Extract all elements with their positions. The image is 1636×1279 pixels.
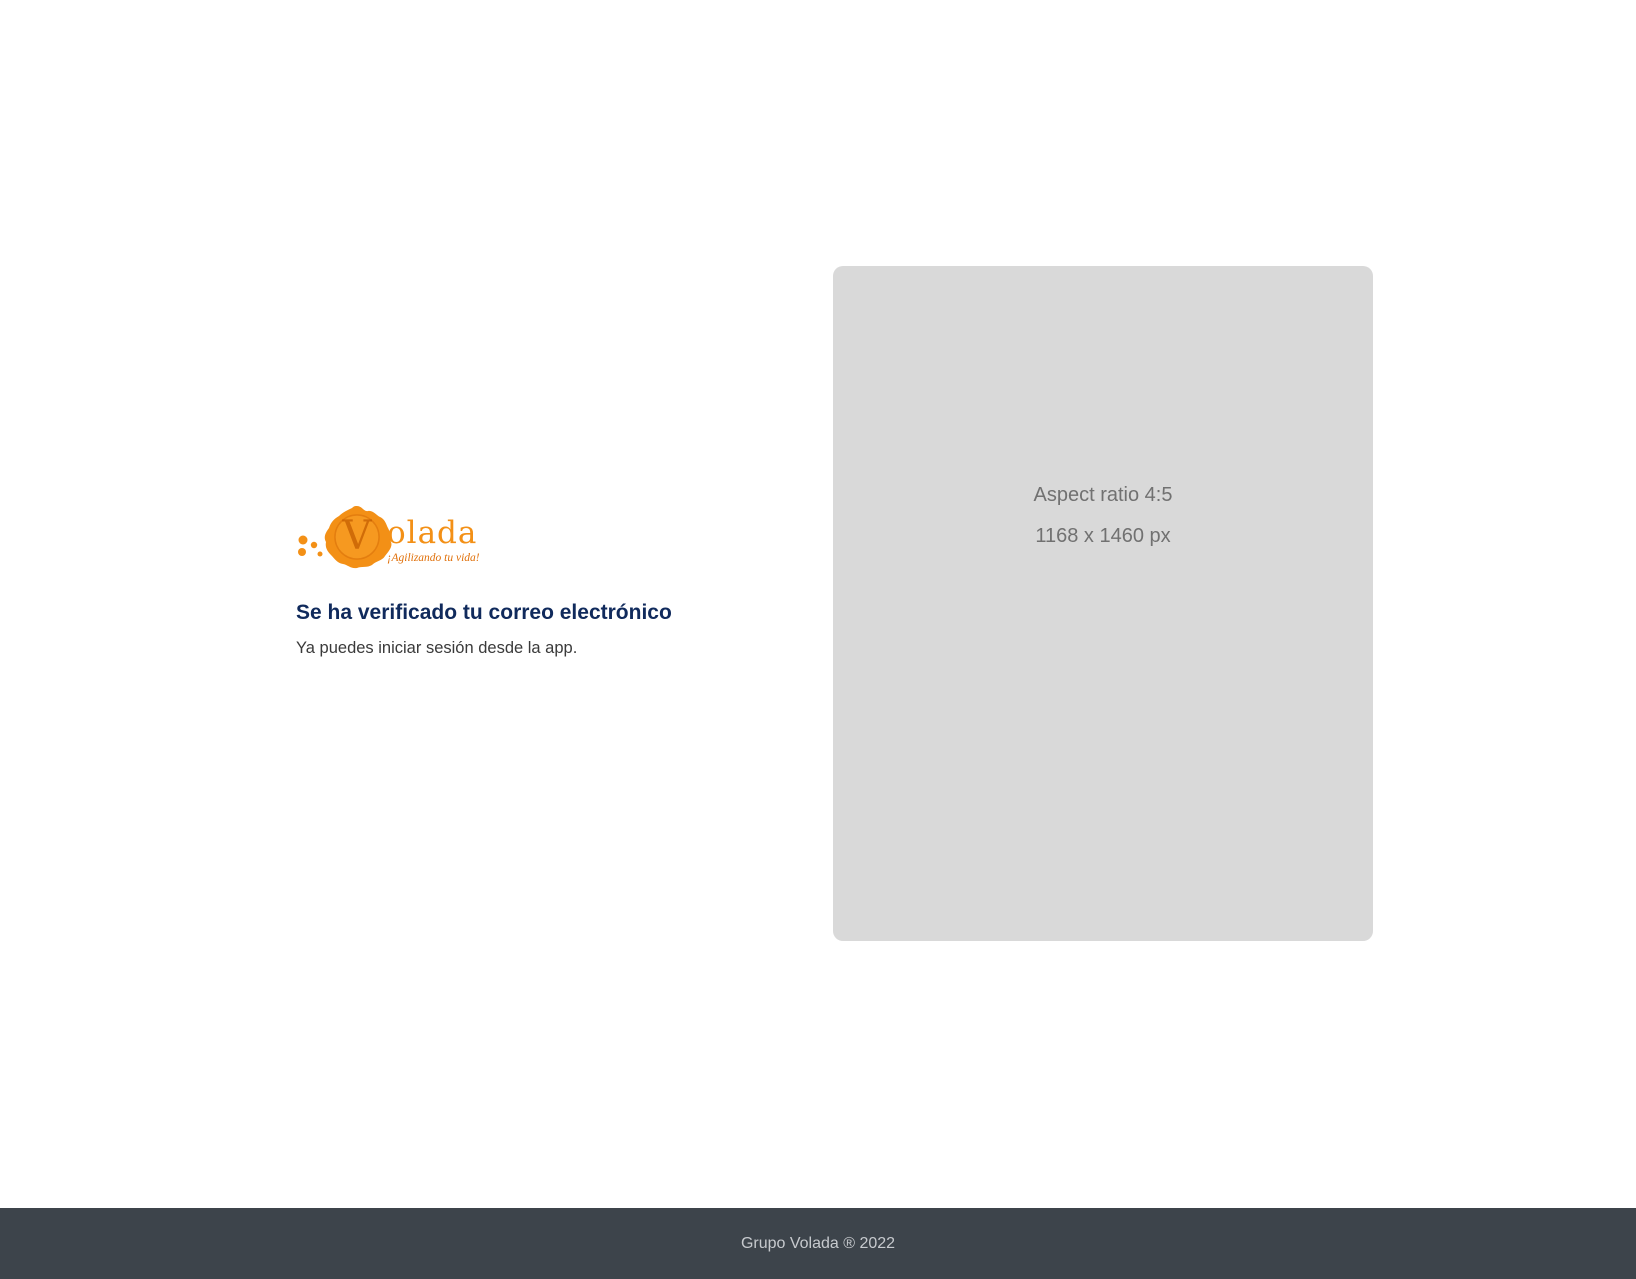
page-subtitle: Ya puedes iniciar sesión desde la app. bbox=[296, 639, 578, 658]
logo-tagline: ¡Agilizando tu vida! bbox=[387, 552, 480, 564]
placeholder-aspect-ratio: Aspect ratio 4:5 bbox=[1033, 483, 1173, 506]
volada-logo: V olada ¡Agilizando tu vida! bbox=[296, 500, 506, 572]
verification-panel: V olada ¡Agilizando tu vida! Se ha verif… bbox=[296, 500, 776, 659]
placeholder-dimensions: 1168 x 1460 px bbox=[1035, 524, 1171, 547]
footer-copyright: Grupo Volada ® 2022 bbox=[740, 1234, 896, 1252]
logo-wordmark: olada bbox=[387, 515, 478, 551]
page-title: Se ha verificado tu correo electrónico bbox=[296, 601, 672, 624]
logo-letter: V bbox=[342, 513, 372, 559]
footer: Grupo Volada ® 2022 bbox=[0, 1208, 1636, 1279]
page: V olada ¡Agilizando tu vida! Se ha verif… bbox=[0, 0, 1636, 1279]
image-placeholder: Aspect ratio 4:5 1168 x 1460 px bbox=[833, 266, 1373, 941]
